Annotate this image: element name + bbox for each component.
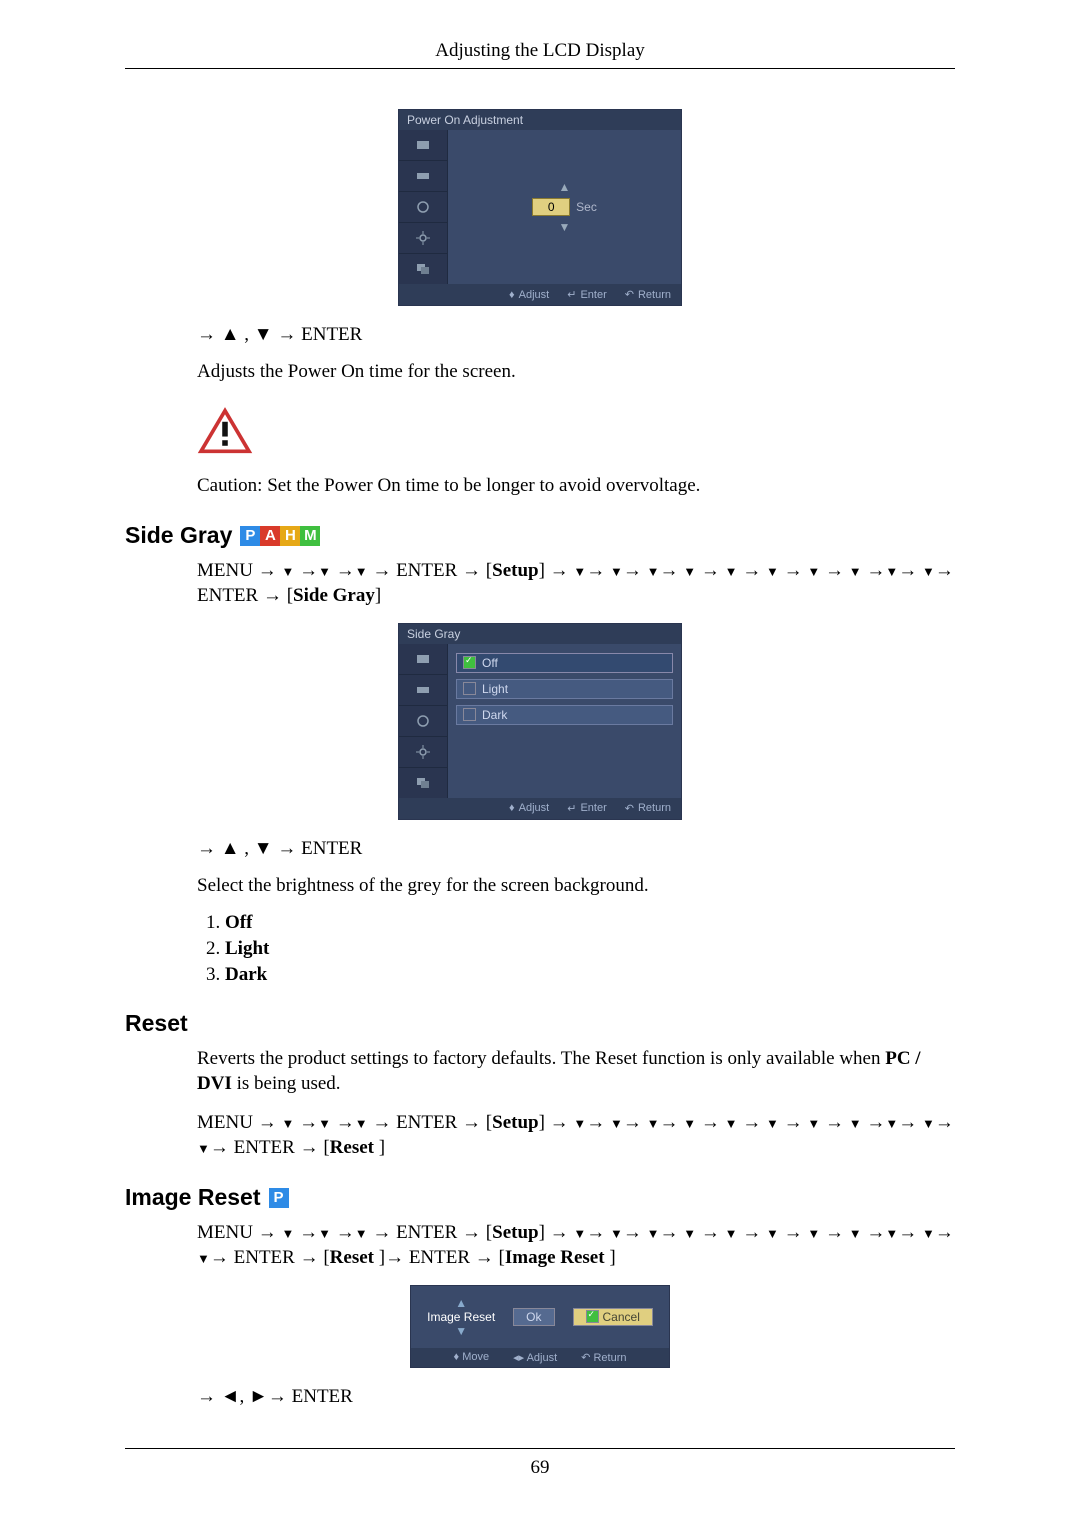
gear-icon <box>399 737 447 768</box>
input-icon <box>399 161 447 192</box>
list-item: Light <box>225 938 955 960</box>
down-arrow-icon: ▼ <box>456 220 673 234</box>
side-gray-menupath: MENU ENTER [Setup] ENTER [Side Gray] <box>197 559 955 608</box>
mode-chips: P <box>269 1188 289 1208</box>
osd-panel: Side Gray Off Light Dark ♦ Adjust ↵ Ente… <box>398 623 682 820</box>
foot-adjust: ◂▸ Adjust <box>513 1351 557 1364</box>
power-on-caution: Caution: Set the Power On time to be lon… <box>197 474 955 499</box>
multi-icon <box>399 254 447 284</box>
foot-move: ♦ Move <box>454 1351 490 1364</box>
dialog-footer: ♦ Move ◂▸ Adjust ↶ Return <box>411 1348 669 1367</box>
mode-p-icon: P <box>269 1188 289 1208</box>
spin-unit: Sec <box>576 200 597 214</box>
osd-sidebar <box>399 130 448 284</box>
osd-main: ▲ 0 Sec ▼ <box>448 130 681 284</box>
picture-icon <box>399 644 447 675</box>
side-gray-desc: Select the brightness of the grey for th… <box>197 874 955 899</box>
power-on-desc: Adjusts the Power On time for the screen… <box>197 360 955 385</box>
input-icon <box>399 675 447 706</box>
osd-title: Power On Adjustment <box>399 110 681 130</box>
osd-foot-return: ↶ Return <box>625 288 671 301</box>
up-arrow-icon: ▲ <box>456 180 673 194</box>
mode-a-icon: A <box>260 526 280 546</box>
checkbox-icon <box>463 708 476 721</box>
check-icon <box>463 656 476 669</box>
power-on-nav: → ▲ , ▼ → ENTER <box>197 324 955 346</box>
page-footer: 69 <box>125 1448 955 1479</box>
image-reset-nav: → ◄, ►→ ENTER <box>197 1386 955 1408</box>
osd-sidebar <box>399 644 448 798</box>
reset-heading: Reset <box>125 1010 955 1037</box>
page-header: Adjusting the LCD Display <box>125 40 955 69</box>
side-gray-osd-figure: Side Gray Off Light Dark ♦ Adjust ↵ Ente… <box>125 623 955 820</box>
mode-p-icon: P <box>240 526 260 546</box>
osd-title: Side Gray <box>399 624 681 644</box>
image-reset-dialog-figure: ▲ Image Reset ▼ Ok Cancel ♦ Move ◂▸ Adju… <box>125 1285 955 1368</box>
document-page: Adjusting the LCD Display Power On Adjus… <box>125 40 955 1479</box>
osd-foot-enter: ↵ Enter <box>567 288 607 301</box>
osd-foot-adjust: ♦ Adjust <box>509 288 549 301</box>
option-dark: Dark <box>456 705 673 725</box>
dialog-title: ▲ Image Reset ▼ <box>427 1296 495 1338</box>
list-item: Dark <box>225 964 955 986</box>
gear-icon <box>399 223 447 254</box>
list-item: Off <box>225 912 955 934</box>
warning-icon <box>197 407 253 460</box>
image-reset-heading: Image Reset P <box>125 1184 955 1211</box>
side-gray-heading: Side Gray P A H M <box>125 522 955 549</box>
osd-foot-enter: ↵ Enter <box>567 802 607 815</box>
reset-menupath: MENU ENTER [Setup] ENTER [Reset ] <box>197 1111 955 1160</box>
osd-dialog: ▲ Image Reset ▼ Ok Cancel ♦ Move ◂▸ Adju… <box>410 1285 670 1368</box>
option-off: Off <box>456 653 673 673</box>
timer-icon <box>399 706 447 737</box>
osd-panel: Power On Adjustment ▲ 0 Sec ▼ <box>398 109 682 306</box>
checkbox-icon <box>463 682 476 695</box>
side-gray-option-list: Off Light Dark <box>225 912 955 986</box>
reset-desc: Reverts the product settings to factory … <box>197 1047 955 1096</box>
osd-foot-return: ↶ Return <box>625 802 671 815</box>
option-light: Light <box>456 679 673 699</box>
multi-icon <box>399 768 447 798</box>
mode-m-icon: M <box>300 526 320 546</box>
mode-h-icon: H <box>280 526 300 546</box>
check-icon <box>586 1310 599 1323</box>
osd-footer: ♦ Adjust ↵ Enter ↶ Return <box>399 798 681 819</box>
osd-foot-adjust: ♦ Adjust <box>509 802 549 815</box>
osd-main: Off Light Dark <box>448 644 681 798</box>
osd-footer: ♦ Adjust ↵ Enter ↶ Return <box>399 284 681 305</box>
picture-icon <box>399 130 447 161</box>
spin-value: 0 <box>532 198 570 216</box>
power-on-osd-figure: Power On Adjustment ▲ 0 Sec ▼ <box>125 109 955 306</box>
image-reset-menupath: MENU ENTER [Setup] ENTER [Reset ] ENTER … <box>197 1221 955 1270</box>
foot-return: ↶ Return <box>581 1351 626 1364</box>
cancel-button: Cancel <box>573 1308 653 1326</box>
ok-button: Ok <box>513 1308 554 1326</box>
timer-icon <box>399 192 447 223</box>
side-gray-nav: → ▲ , ▼ → ENTER <box>197 838 955 860</box>
mode-chips: P A H M <box>240 526 320 546</box>
